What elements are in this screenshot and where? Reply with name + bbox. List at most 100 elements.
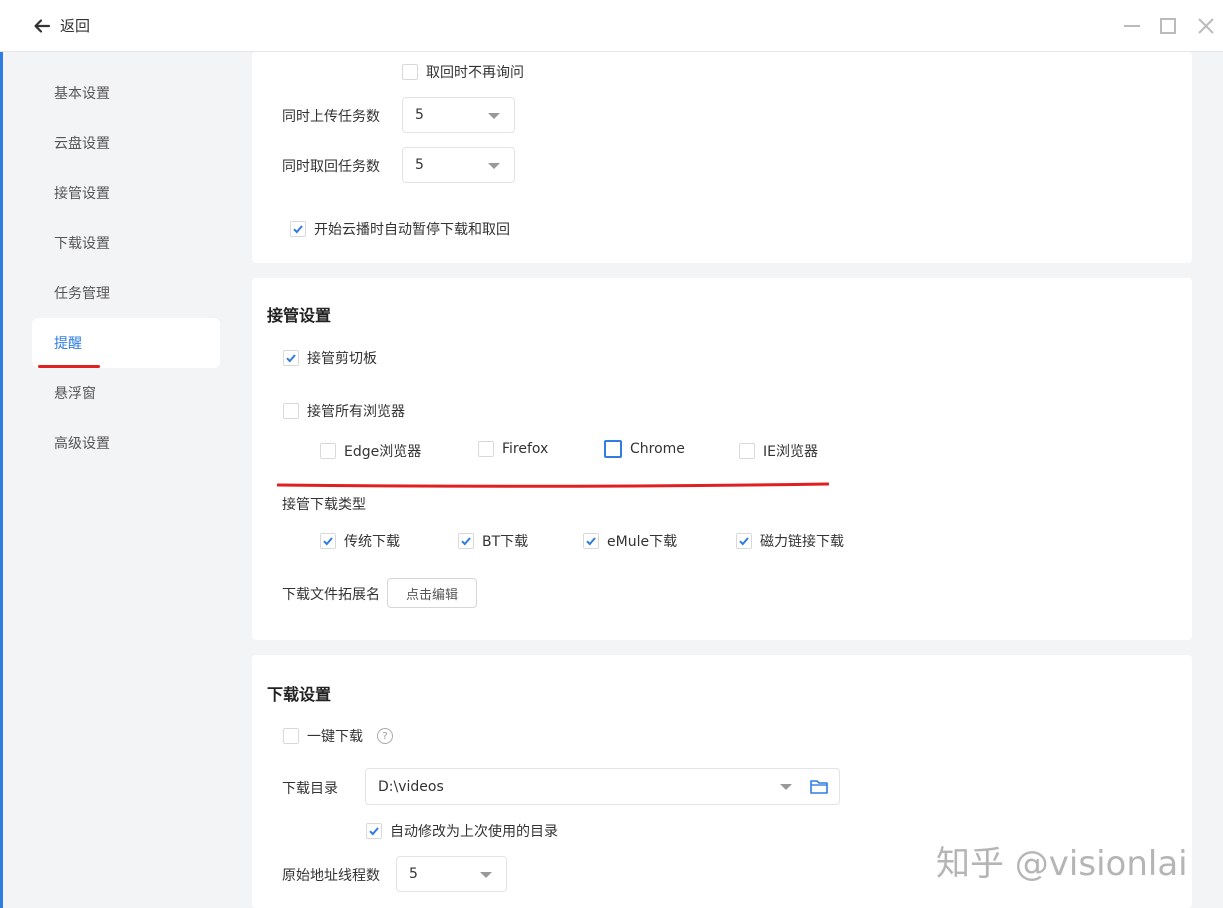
browser-ie-checkbox[interactable] [739, 443, 755, 459]
takeover-section-title: 接管设置 [267, 306, 332, 325]
retrieve-tasks-label: 同时取回任务数 [282, 159, 380, 175]
auto-modify-option[interactable]: 自动修改为上次使用的目录 [366, 821, 558, 841]
clipboard-label: 接管剪切板 [307, 351, 377, 367]
checkmark-icon [739, 537, 749, 546]
download-types-heading: 接管下载类型 [282, 494, 366, 514]
takeover-settings-card: 接管设置 接管剪切板 接管所有浏览器 Edge浏览器 Firefox Chrom… [252, 278, 1192, 640]
download-section-title: 下载设置 [267, 685, 332, 704]
browser-chrome-option[interactable]: Chrome [604, 440, 685, 458]
type-magnet-option[interactable]: 磁力链接下载 [736, 531, 844, 551]
watermark: 知乎 @visionlai [936, 844, 1188, 884]
extension-row: 下载文件拓展名 [282, 584, 380, 604]
sidebar-item-cloud[interactable]: 云盘设置 [32, 118, 220, 168]
type-traditional-label: 传统下载 [344, 534, 400, 550]
type-traditional-option[interactable]: 传统下载 [320, 531, 400, 551]
browser-chrome-checkbox[interactable] [604, 440, 622, 458]
back-button[interactable]: 返回 [32, 15, 90, 36]
checkmark-icon [461, 537, 471, 546]
threads-label: 原始地址线程数 [282, 868, 380, 884]
upload-tasks-label: 同时上传任务数 [282, 109, 380, 125]
checkmark-icon [286, 354, 296, 363]
dir-label: 下载目录 [282, 781, 338, 797]
no-ask-option[interactable]: 取回时不再询问 [402, 62, 524, 82]
checkmark-icon [586, 537, 596, 546]
one-click-option[interactable]: 一键下载 ? [283, 726, 393, 746]
type-magnet-checkbox[interactable] [736, 533, 752, 549]
close-icon [1198, 18, 1214, 34]
type-traditional-checkbox[interactable] [320, 533, 336, 549]
auto-modify-checkbox[interactable] [366, 823, 382, 839]
browser-edge-option[interactable]: Edge浏览器 [320, 441, 421, 461]
type-emule-option[interactable]: eMule下载 [583, 531, 677, 551]
browser-edge-label: Edge浏览器 [344, 444, 422, 460]
checkmark-icon [293, 225, 303, 234]
browser-firefox-label: Firefox [502, 441, 549, 457]
sidebar-item-takeover[interactable]: 接管设置 [32, 168, 220, 218]
browser-firefox-option[interactable]: Firefox [478, 441, 548, 457]
dir-row: 下载目录 [282, 778, 338, 798]
sidebar-item-basic[interactable]: 基本设置 [32, 68, 220, 118]
auto-pause-checkbox[interactable] [290, 221, 306, 237]
browser-firefox-checkbox[interactable] [478, 441, 494, 457]
retrieve-tasks-value: 5 [415, 157, 424, 173]
clipboard-checkbox[interactable] [283, 350, 299, 366]
checkmark-icon [323, 537, 333, 546]
retrieve-tasks-select[interactable]: 5 [402, 147, 515, 183]
threads-select[interactable]: 5 [396, 856, 507, 892]
download-dir-select[interactable]: D:\videos [365, 768, 840, 805]
type-emule-label: eMule下载 [607, 534, 678, 550]
download-types-label: 接管下载类型 [282, 497, 366, 513]
all-browsers-checkbox[interactable] [283, 403, 299, 419]
retrieve-tasks-row: 同时取回任务数 [282, 156, 380, 176]
type-bt-label: BT下载 [482, 534, 529, 550]
all-browsers-option[interactable]: 接管所有浏览器 [283, 401, 405, 421]
maximize-icon [1160, 18, 1176, 34]
minimize-icon [1124, 25, 1140, 27]
browser-chrome-label: Chrome [630, 441, 685, 457]
minimize-button[interactable] [1120, 14, 1144, 38]
upload-tasks-value: 5 [415, 107, 424, 123]
type-bt-checkbox[interactable] [458, 533, 474, 549]
all-browsers-label: 接管所有浏览器 [307, 404, 405, 420]
sidebar-item-reminder[interactable]: 提醒 [32, 318, 220, 368]
chevron-down-icon [488, 163, 500, 169]
browser-edge-checkbox[interactable] [320, 443, 336, 459]
one-click-checkbox[interactable] [283, 728, 299, 744]
browser-ie-option[interactable]: IE浏览器 [739, 441, 818, 461]
sidebar-item-tasks[interactable]: 任务管理 [32, 268, 220, 318]
upload-tasks-select[interactable]: 5 [402, 97, 515, 133]
no-ask-label: 取回时不再询问 [426, 65, 524, 81]
type-emule-checkbox[interactable] [583, 533, 599, 549]
cloud-settings-card: 取回时不再询问 同时上传任务数 5 同时取回任务数 5 开始云播时自动暂停下载和… [252, 52, 1192, 263]
sidebar-item-advanced[interactable]: 高级设置 [32, 418, 220, 468]
extension-label: 下载文件拓展名 [282, 587, 380, 603]
chevron-down-icon [488, 113, 500, 119]
edit-extensions-button[interactable]: 点击编辑 [387, 578, 477, 608]
chevron-down-icon [780, 784, 792, 790]
sidebar-item-floating-window[interactable]: 悬浮窗 [32, 368, 220, 418]
auto-pause-option[interactable]: 开始云播时自动暂停下载和取回 [290, 219, 510, 239]
clipboard-option[interactable]: 接管剪切板 [283, 348, 377, 368]
folder-icon[interactable] [809, 778, 829, 796]
close-button[interactable] [1194, 14, 1218, 38]
back-label: 返回 [60, 17, 91, 35]
type-magnet-label: 磁力链接下载 [760, 534, 844, 550]
type-bt-option[interactable]: BT下载 [458, 531, 528, 551]
dir-value: D:\videos [378, 778, 444, 795]
threads-value: 5 [409, 866, 418, 882]
arrow-left-icon [34, 18, 51, 33]
no-ask-checkbox[interactable] [402, 64, 418, 80]
settings-sidebar: 基本设置 云盘设置 接管设置 下载设置 任务管理 提醒 悬浮窗 高级设置 [3, 52, 243, 908]
title-bar: 返回 [0, 0, 1223, 52]
auto-pause-label: 开始云播时自动暂停下载和取回 [314, 222, 510, 238]
sidebar-item-download[interactable]: 下载设置 [32, 218, 220, 268]
help-icon[interactable]: ? [377, 728, 393, 744]
upload-tasks-row: 同时上传任务数 [282, 106, 380, 126]
maximize-button[interactable] [1156, 14, 1180, 38]
browser-ie-label: IE浏览器 [763, 444, 818, 460]
one-click-label: 一键下载 [307, 729, 363, 745]
auto-modify-label: 自动修改为上次使用的目录 [390, 824, 558, 840]
annotation-underline [277, 482, 829, 488]
threads-row: 原始地址线程数 [282, 865, 380, 885]
chevron-down-icon [480, 872, 492, 878]
